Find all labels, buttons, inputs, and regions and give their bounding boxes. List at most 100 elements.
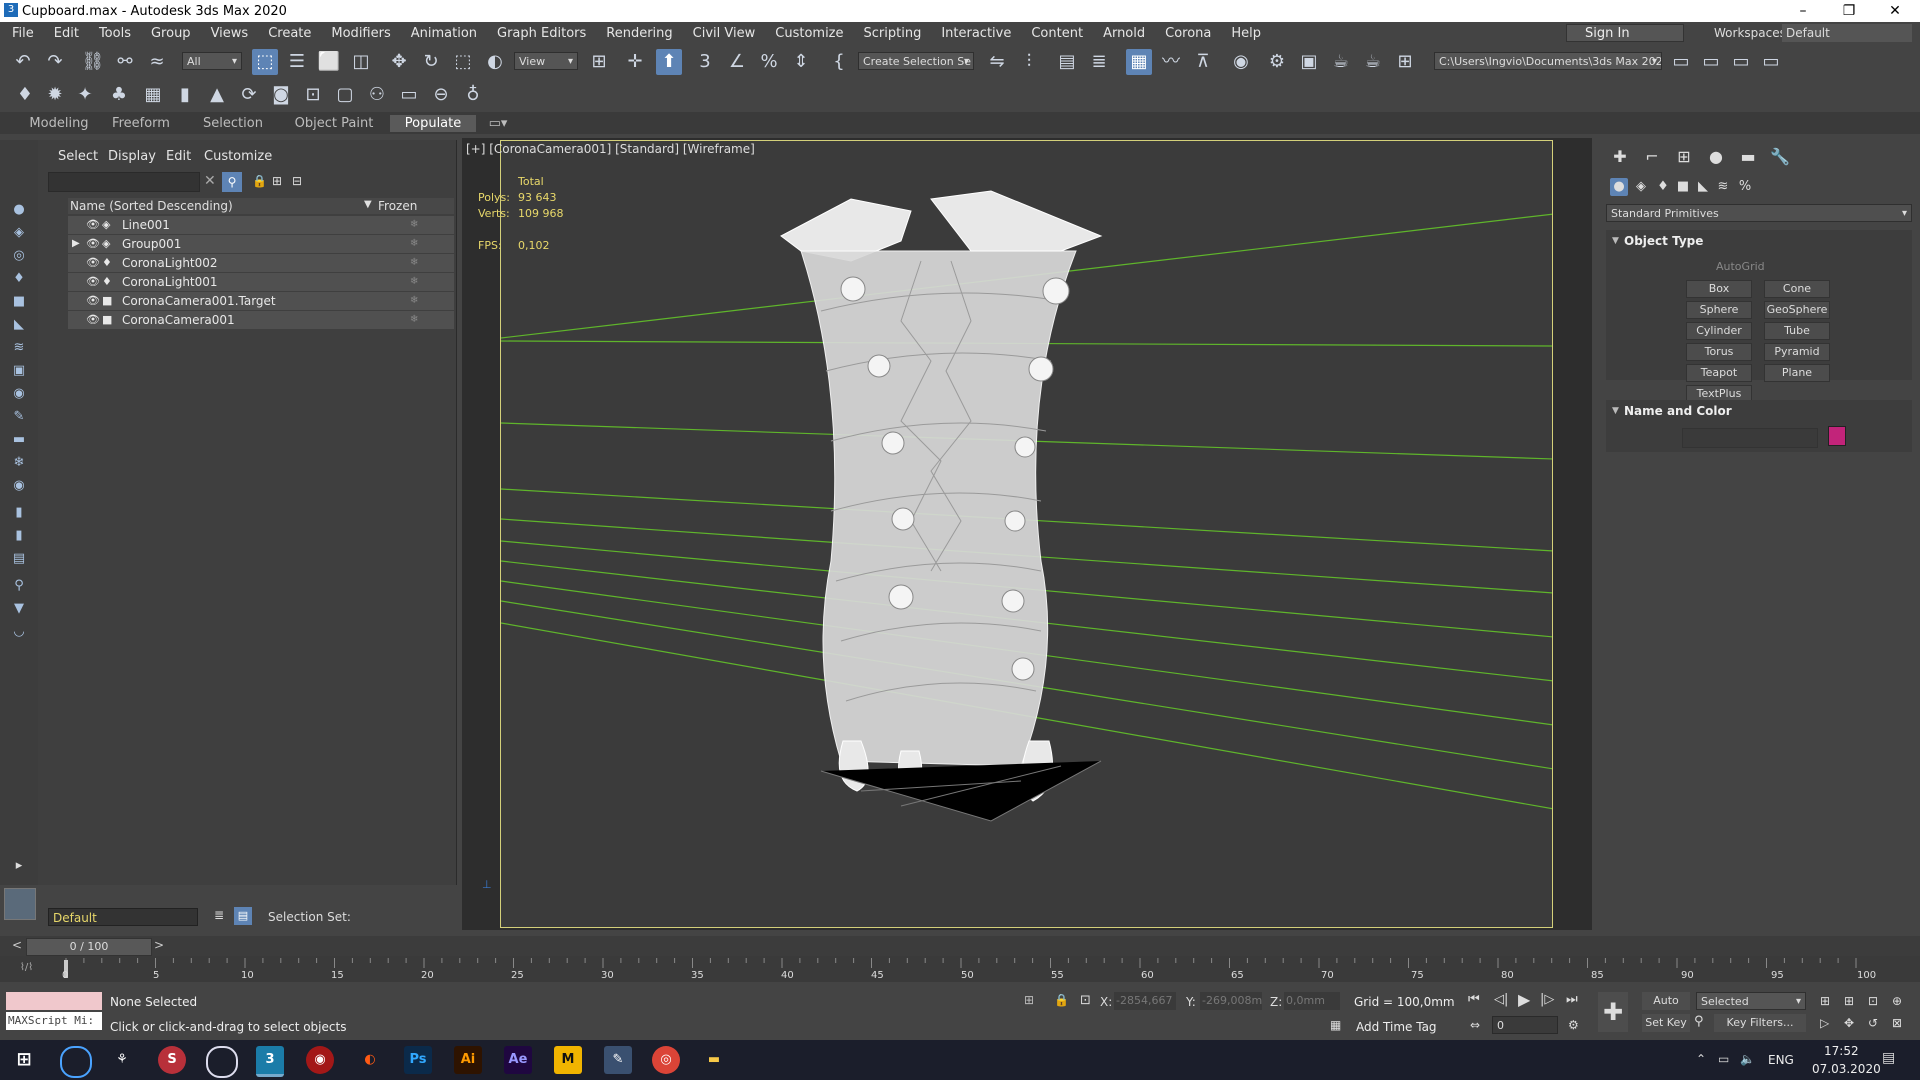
menu-arnold[interactable]: Arnold <box>1093 26 1155 41</box>
menu-animation[interactable]: Animation <box>401 26 487 41</box>
hierarchy-tab-icon[interactable]: ⊞ <box>1674 147 1694 167</box>
motion-tab-icon[interactable]: ● <box>1706 147 1726 167</box>
snaps-toggle-icon[interactable]: 3 <box>692 49 718 75</box>
clock-date[interactable]: 07.03.2020 <box>1812 1062 1881 1076</box>
set-key-big-icon[interactable]: ✚ <box>1598 992 1628 1032</box>
geosphere-button[interactable]: GeoSphere <box>1764 301 1830 319</box>
corona-convert-icon[interactable]: ⟳ <box>236 82 262 108</box>
field-of-view-icon[interactable]: ⊡ <box>1868 994 1878 1008</box>
notifications-icon[interactable]: ▤ <box>1882 1050 1895 1066</box>
display-children-icon[interactable]: ▮ <box>11 528 27 544</box>
select-move-icon[interactable]: ✥ <box>386 49 412 75</box>
pan-icon[interactable]: ▷ <box>1820 1016 1829 1030</box>
camera-viewport[interactable] <box>500 140 1553 928</box>
explorer-row-coronalight001[interactable]: 👁 ♦ CoronaLight001 ❄ <box>68 273 454 291</box>
expand-arrow-icon[interactable]: ▸ <box>11 858 27 874</box>
frozen-icon[interactable]: ❄ <box>410 273 418 291</box>
modify-tab-icon[interactable]: ⌐ <box>1642 147 1662 167</box>
app-m-icon[interactable]: M <box>554 1046 582 1074</box>
display-all-icon[interactable]: ● <box>11 202 27 218</box>
menu-interactive[interactable]: Interactive <box>931 26 1021 41</box>
time-slider[interactable]: < 0 / 100 > <box>0 936 1920 956</box>
frozen-icon[interactable]: ❄ <box>410 292 418 310</box>
menu-edit[interactable]: Edit <box>44 26 89 41</box>
object-name-input[interactable] <box>1682 428 1818 448</box>
language-indicator[interactable]: ENG <box>1768 1053 1794 1067</box>
cylinder-button[interactable]: Cylinder <box>1686 322 1752 340</box>
selection-set-icon[interactable]: ◡ <box>11 624 27 640</box>
zoom-extents-icon[interactable]: ⊞ <box>1820 994 1830 1008</box>
redo-icon[interactable]: ↷ <box>42 49 68 75</box>
store-icon[interactable]: ⚘ <box>108 1046 136 1074</box>
menu-file[interactable]: File <box>0 26 44 41</box>
frozen-icon[interactable]: ❄ <box>410 235 418 253</box>
hierarchy-icon[interactable]: ⊞ <box>272 174 282 188</box>
display-geometry-icon[interactable]: ◈ <box>11 225 27 241</box>
curve-editor-icon[interactable]: 〰 <box>1158 49 1184 75</box>
column-frozen-header[interactable]: Frozen <box>378 199 417 213</box>
display-hidden-icon[interactable]: ◉ <box>11 478 27 494</box>
after-effects-icon[interactable]: Ae <box>504 1046 532 1074</box>
next-key-icon[interactable]: |▷ <box>1540 992 1554 1007</box>
primitive-category-dropdown[interactable]: Standard Primitives <box>1606 204 1912 222</box>
menu-group[interactable]: Group <box>141 26 201 41</box>
auto-key-button[interactable]: Auto Key <box>1642 992 1690 1025</box>
filter-toggle-icon[interactable]: ⚲ <box>222 172 242 192</box>
cortana-icon[interactable] <box>60 1046 92 1078</box>
systems-category-icon[interactable]: % <box>1736 178 1754 196</box>
menu-help[interactable]: Help <box>1221 26 1271 41</box>
explorer-menu-select[interactable]: Select <box>58 149 98 164</box>
corona-scatter-icon[interactable]: ♣ <box>106 82 132 108</box>
corona-material-icon[interactable]: ▲ <box>204 82 230 108</box>
key-filters-icon[interactable]: ⚲ <box>1694 1014 1704 1029</box>
mirror-icon[interactable]: ⇋ <box>984 49 1010 75</box>
visibility-eye-icon[interactable]: 👁 <box>86 235 100 253</box>
project-settings-icon[interactable]: ▭ <box>1758 49 1784 75</box>
zoom-all-icon[interactable]: ⊞ <box>1844 994 1854 1008</box>
maximize-viewport-icon[interactable]: ⊠ <box>1892 1016 1902 1030</box>
explorer-row-camera-target[interactable]: 👁 ■ CoronaCamera001.Target ❄ <box>68 292 454 310</box>
corona-bulb-icon[interactable]: ♁ <box>460 82 486 108</box>
spinner-snap-icon[interactable]: ⇕ <box>788 49 814 75</box>
add-time-tag[interactable]: Add Time Tag <box>1356 1020 1437 1034</box>
menu-create[interactable]: Create <box>258 26 321 41</box>
prev-key-icon[interactable]: ◁| <box>1494 992 1508 1007</box>
autogrid-checkbox[interactable]: AutoGrid <box>1716 260 1765 273</box>
explorer-row-group001[interactable]: ▶ 👁 ◈ Group001 ❄ <box>68 235 454 253</box>
angle-snap-icon[interactable]: ∠ <box>724 49 750 75</box>
tab-object-paint[interactable]: Object Paint <box>290 115 378 132</box>
menu-content[interactable]: Content <box>1021 26 1093 41</box>
minimize-button[interactable]: – <box>1780 0 1826 22</box>
explorer-row-line001[interactable]: 👁 ◈ Line001 ❄ <box>68 216 454 234</box>
app-red-icon[interactable]: ◉ <box>306 1046 334 1074</box>
3dsmax-taskbar-icon[interactable]: 3 <box>256 1046 284 1077</box>
create-project-icon[interactable]: ▭ <box>1728 49 1754 75</box>
display-xrefs-icon[interactable]: ◉ <box>11 386 27 402</box>
undo-icon[interactable]: ↶ <box>10 49 36 75</box>
prev-frame-icon[interactable]: < <box>12 938 22 952</box>
track-bar[interactable]: ⌇/⌇ 0 5 10 15 20 25 30 35 40 45 50 55 60… <box>0 956 1920 982</box>
display-frozen-icon[interactable]: ❄ <box>11 455 27 471</box>
layers-icon[interactable]: ≣ <box>214 908 224 922</box>
display-tab-icon[interactable]: ▬ <box>1738 147 1758 167</box>
render-setup-icon[interactable]: ⚙ <box>1264 49 1290 75</box>
visibility-eye-icon[interactable]: 👁 <box>86 273 100 291</box>
create-tab-icon[interactable]: ✚ <box>1610 147 1630 167</box>
rectangular-selection-icon[interactable]: ⬜ <box>316 49 342 75</box>
visibility-eye-icon[interactable]: 👁 <box>86 216 100 234</box>
clock-time[interactable]: 17:52 <box>1824 1044 1859 1058</box>
bind-space-warp-icon[interactable]: ≈ <box>144 49 170 75</box>
explorer-row-coronalight002[interactable]: 👁 ♦ CoronaLight002 ❄ <box>68 254 454 272</box>
unlink-icon[interactable]: ⚯ <box>112 49 138 75</box>
display-last-render-icon[interactable]: ▮ <box>11 505 27 521</box>
corona-lister-icon[interactable]: ⚇ <box>364 82 390 108</box>
teapot-button[interactable]: Teapot <box>1686 364 1752 382</box>
corona-sun-icon[interactable]: ✹ <box>42 82 68 108</box>
display-cameras-icon[interactable]: ■ <box>11 294 27 310</box>
file-explorer-icon[interactable]: ▬ <box>700 1046 728 1074</box>
helpers-category-icon[interactable]: ◣ <box>1694 178 1712 196</box>
set-project-folder-icon[interactable]: ▭ <box>1698 49 1724 75</box>
current-frame-field[interactable]: 0 <box>1492 1016 1558 1034</box>
layer-dropdown[interactable]: Default <box>48 908 198 926</box>
render-production-icon[interactable]: ☕ <box>1328 49 1354 75</box>
